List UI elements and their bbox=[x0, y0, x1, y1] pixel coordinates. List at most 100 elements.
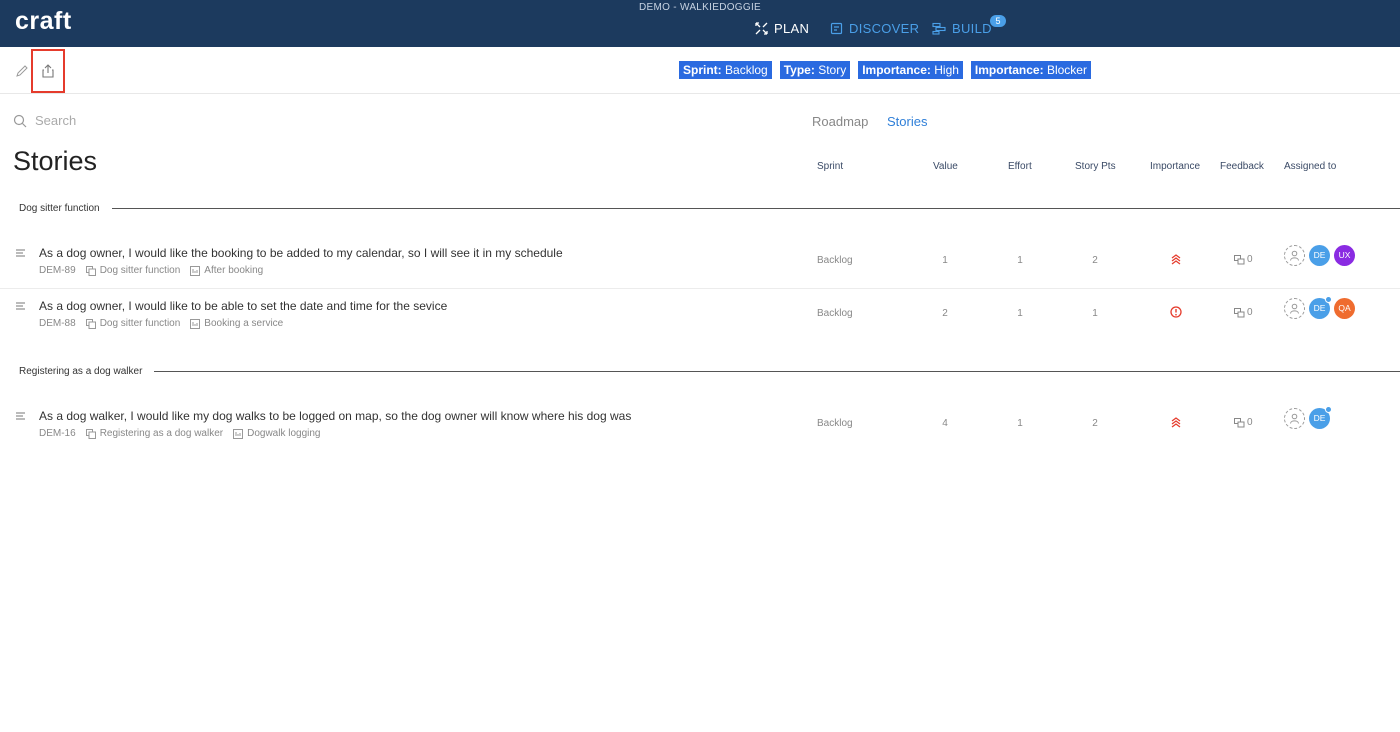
story-feedback[interactable]: 0 bbox=[1234, 254, 1253, 265]
nav-discover[interactable]: DISCOVER bbox=[830, 18, 919, 38]
story-points[interactable]: 1 bbox=[1075, 308, 1115, 319]
avatar-status-dot bbox=[1325, 406, 1332, 413]
pencil-icon bbox=[16, 65, 28, 77]
group-header[interactable]: Dog sitter function bbox=[19, 201, 1400, 215]
filter-chip-importance-high[interactable]: Importance: High bbox=[858, 61, 963, 79]
table-row[interactable]: As a dog owner, I would like to be able … bbox=[0, 290, 1400, 342]
build-icon bbox=[932, 22, 946, 35]
story-feature[interactable]: After booking bbox=[190, 265, 263, 276]
story-sprint[interactable]: Backlog bbox=[817, 308, 877, 319]
nav-discover-label: DISCOVER bbox=[849, 20, 920, 36]
page-title: Stories bbox=[13, 146, 98, 176]
story-points[interactable]: 2 bbox=[1075, 255, 1115, 266]
drag-handle-icon[interactable] bbox=[16, 249, 26, 257]
story-epic[interactable]: Dog sitter function bbox=[85, 265, 180, 276]
story-effort[interactable]: 1 bbox=[1000, 255, 1040, 266]
importance-high-icon[interactable] bbox=[1169, 252, 1183, 266]
filter-chip-importance-blocker[interactable]: Importance: Blocker bbox=[970, 61, 1091, 79]
column-header-story-pts[interactable]: Story Pts bbox=[1075, 161, 1116, 172]
nav-build[interactable]: BUILD bbox=[932, 18, 992, 38]
nav-plan[interactable]: PLAN bbox=[755, 18, 809, 38]
feedback-count: 0 bbox=[1247, 254, 1253, 265]
avatar[interactable]: DE bbox=[1309, 245, 1330, 266]
avatar[interactable]: QA bbox=[1334, 298, 1355, 319]
feature-icon bbox=[190, 318, 201, 329]
group-divider bbox=[111, 207, 1400, 209]
avatar-initials: DE bbox=[1313, 303, 1326, 313]
nav-plan-label: PLAN bbox=[774, 20, 810, 36]
story-meta: DEM-89 Dog sitter function After booking bbox=[39, 265, 263, 276]
search-bar bbox=[13, 113, 235, 128]
avatar[interactable]: DE bbox=[1309, 296, 1332, 319]
filter-value: High bbox=[934, 63, 959, 77]
share-button[interactable] bbox=[31, 49, 65, 93]
story-epic[interactable]: Registering as a dog walker bbox=[85, 428, 224, 439]
feature-label: Dogwalk logging bbox=[247, 428, 321, 439]
assign-user-icon bbox=[1290, 250, 1299, 261]
search-input[interactable] bbox=[35, 113, 235, 128]
story-feature[interactable]: Dogwalk logging bbox=[233, 428, 320, 439]
story-epic[interactable]: Dog sitter function bbox=[85, 318, 181, 329]
filter-value: Story bbox=[818, 63, 847, 77]
epic-label: Registering as a dog walker bbox=[99, 428, 224, 439]
avatar[interactable]: DE bbox=[1309, 406, 1332, 429]
column-header-feedback[interactable]: Feedback bbox=[1220, 161, 1264, 172]
story-effort[interactable]: 1 bbox=[1000, 308, 1040, 319]
story-title[interactable]: As a dog owner, I would like the booking… bbox=[39, 246, 563, 260]
filter-chip-type[interactable]: Type: Story bbox=[779, 61, 851, 79]
avatar-initials: DE bbox=[1313, 413, 1326, 423]
story-feature[interactable]: Booking a service bbox=[190, 318, 283, 329]
filter-chip-sprint[interactable]: Sprint: Backlog bbox=[679, 61, 772, 79]
project-name: DEMO - WALKIEDOGGIE bbox=[638, 2, 761, 13]
column-header-effort[interactable]: Effort bbox=[1008, 161, 1032, 172]
story-title[interactable]: As a dog walker, I would like my dog wal… bbox=[39, 409, 631, 423]
story-points[interactable]: 2 bbox=[1075, 418, 1115, 429]
assignees: DE bbox=[1284, 406, 1332, 429]
search-icon bbox=[13, 114, 27, 127]
column-header-value[interactable]: Value bbox=[933, 161, 958, 172]
assignees: DE QA bbox=[1284, 296, 1355, 319]
assign-user-icon bbox=[1290, 413, 1299, 424]
group-label: Registering as a dog walker bbox=[19, 365, 143, 377]
table-row[interactable]: As a dog walker, I would like my dog wal… bbox=[0, 400, 1400, 452]
story-effort[interactable]: 1 bbox=[1000, 418, 1040, 429]
story-id: DEM-89 bbox=[39, 265, 76, 276]
story-title[interactable]: As a dog owner, I would like to be able … bbox=[39, 299, 447, 313]
share-icon bbox=[42, 64, 54, 78]
group-divider bbox=[154, 370, 1400, 372]
story-feedback[interactable]: 0 bbox=[1234, 417, 1253, 428]
importance-blocker-icon[interactable] bbox=[1169, 305, 1183, 319]
story-value[interactable]: 1 bbox=[925, 255, 965, 266]
feature-label: Booking a service bbox=[204, 318, 284, 329]
epic-icon bbox=[85, 428, 96, 439]
edit-button[interactable] bbox=[12, 61, 32, 81]
story-sprint[interactable]: Backlog bbox=[817, 255, 877, 266]
discover-icon bbox=[830, 22, 843, 34]
assign-user-button[interactable] bbox=[1284, 245, 1305, 266]
top-navigation-bar: craft DEMO - WALKIEDOGGIE PLAN DISCOVER … bbox=[0, 0, 1400, 47]
story-value[interactable]: 4 bbox=[925, 418, 965, 429]
table-row[interactable]: As a dog owner, I would like the booking… bbox=[0, 237, 1400, 289]
tab-stories[interactable]: Stories bbox=[887, 114, 927, 129]
avatar[interactable]: UX bbox=[1334, 245, 1355, 266]
feedback-count: 0 bbox=[1247, 417, 1253, 428]
plan-icon bbox=[755, 21, 768, 35]
assign-user-button[interactable] bbox=[1284, 298, 1305, 319]
epic-label: Dog sitter function bbox=[99, 318, 181, 329]
group-header[interactable]: Registering as a dog walker bbox=[19, 364, 1400, 378]
column-header-sprint[interactable]: Sprint bbox=[817, 161, 843, 172]
tab-roadmap[interactable]: Roadmap bbox=[812, 114, 868, 129]
assign-user-icon bbox=[1290, 303, 1299, 314]
story-value[interactable]: 2 bbox=[925, 308, 965, 319]
assign-user-button[interactable] bbox=[1284, 408, 1305, 429]
drag-handle-icon[interactable] bbox=[16, 302, 26, 310]
column-header-importance[interactable]: Importance bbox=[1150, 161, 1200, 172]
drag-handle-icon[interactable] bbox=[16, 412, 26, 420]
story-feedback[interactable]: 0 bbox=[1234, 307, 1253, 318]
epic-icon bbox=[85, 265, 96, 276]
filter-value: Blocker bbox=[1046, 63, 1087, 77]
epic-icon bbox=[85, 318, 96, 329]
column-header-assigned-to[interactable]: Assigned to bbox=[1284, 161, 1336, 172]
importance-high-icon[interactable] bbox=[1169, 415, 1183, 429]
story-sprint[interactable]: Backlog bbox=[817, 418, 877, 429]
